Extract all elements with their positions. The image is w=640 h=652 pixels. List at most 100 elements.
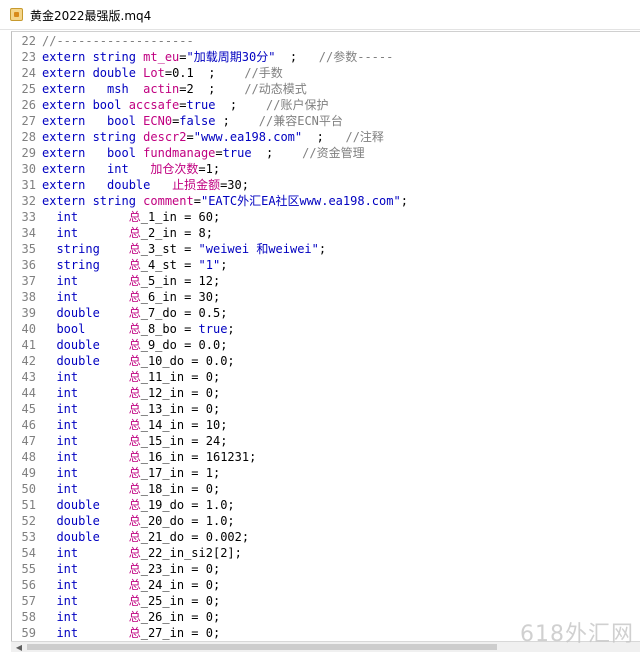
code-token: double [42,354,129,368]
code-line[interactable]: 25 extern msh actin=2 ; //动态模式 [12,81,640,97]
code-token: "EATC外汇EA社区www.ea198.com" [200,194,401,208]
code-line[interactable]: 26 extern bool accsafe=true ; //账户保护 [12,97,640,113]
code-token: int [42,210,129,224]
scroll-left-arrow-icon[interactable]: ◀ [13,643,25,652]
code-token: 总 [128,274,141,288]
code-token: ; [400,194,408,208]
code-line[interactable]: 37 int 总_5_in = 12; [12,273,640,289]
code-line[interactable]: 44 int 总_12_in = 0; [12,385,640,401]
line-number: 39 [21,306,36,320]
code-line[interactable]: 28 extern string descr2="www.ea198.com" ;… [12,129,640,145]
code-token: _24_in = 0; [140,578,221,592]
code-line[interactable]: 31 extern double 止损金额=30; [12,177,640,193]
code-token: extern [42,98,93,112]
line-number: 37 [21,274,36,288]
code-token: //------------------- [42,34,194,48]
code-line[interactable]: 32 extern string comment="EATC外汇EA社区www.e… [12,193,640,209]
code-editor[interactable]: 22 //------------------- 23 extern string m… [11,31,640,641]
code-line[interactable]: 46 int 总_14_in = 10; [12,417,640,433]
code-line[interactable]: 35 string 总_3_st = "weiwei 和weiwei"; [12,241,640,257]
code-token: 总 [128,258,141,272]
code-line[interactable]: 50 int 总_18_in = 0; [12,481,640,497]
code-token: 总 [128,498,141,512]
code-line[interactable]: 22 //------------------- [12,33,640,49]
code-line[interactable]: 40 bool 总_8_bo = true; [12,321,640,337]
code-line[interactable]: 45 int 总_13_in = 0; [12,401,640,417]
code-token: 总 [128,306,141,320]
code-line[interactable]: 48 int 总_16_in = 161231; [12,449,640,465]
code-token: ; [215,98,266,112]
line-number: 42 [21,354,36,368]
code-token: 总 [128,338,141,352]
line-number: 47 [21,434,36,448]
code-token: 总 [128,530,141,544]
code-token: 总 [128,354,141,368]
code-line[interactable]: 27 extern bool ECN0=false ; //兼容ECN平台 [12,113,640,129]
code-token: 总 [128,546,141,560]
scrollbar-thumb[interactable] [27,644,497,650]
code-token: 总 [128,290,141,304]
code-token: mt_eu [143,50,180,64]
code-line[interactable]: 51 double 总_19_do = 1.0; [12,497,640,513]
line-number: 48 [21,450,36,464]
code-line[interactable]: 54 int 总_22_in_si2[2]; [12,545,640,561]
line-number: 45 [21,402,36,416]
code-token: extern [42,162,108,176]
line-number: 38 [21,290,36,304]
code-line[interactable]: 36 string 总_4_st = "1"; [12,257,640,273]
code-token: int [42,434,129,448]
code-line[interactable]: 41 double 总_9_do = 0.0; [12,337,640,353]
code-token: 总 [128,562,141,576]
code-token: _9_do = 0.0; [140,338,228,352]
code-token: =30; [220,178,249,192]
code-token: extern [42,130,93,144]
code-token: true [186,98,216,112]
code-token: _11_in = 0; [140,370,221,384]
code-token: bool [107,146,144,160]
code-token: = [215,146,223,160]
line-number: 55 [21,562,36,576]
code-line[interactable]: 53 double 总_21_do = 0.002; [12,529,640,545]
code-line[interactable]: 47 int 总_15_in = 24; [12,433,640,449]
code-token: 总 [128,626,141,640]
code-token: bool [107,114,144,128]
line-number: 25 [21,82,36,96]
code-token: bool [92,98,129,112]
code-line[interactable]: 43 int 总_11_in = 0; [12,369,640,385]
code-line[interactable]: 23 extern string mt_eu="加载周期30分" ; //参数--… [12,49,640,65]
code-line[interactable]: 33 int 总_1_in = 60; [12,209,640,225]
code-line[interactable]: 52 double 总_20_do = 1.0; [12,513,640,529]
code-token: ECN0 [143,114,173,128]
code-line[interactable]: 30 extern int 加仓次数=1; [12,161,640,177]
code-line[interactable]: 42 double 总_10_do = 0.0; [12,353,640,369]
code-line[interactable]: 34 int 总_2_in = 8; [12,225,640,241]
code-line[interactable]: 38 int 总_6_in = 30; [12,289,640,305]
code-token: ; [215,114,259,128]
code-line[interactable]: 55 int 总_23_in = 0; [12,561,640,577]
line-number: 41 [21,338,36,352]
code-line[interactable]: 24 extern double Lot=0.1 ; //手数 [12,65,640,81]
code-token: 总 [128,450,141,464]
code-line[interactable]: 57 int 总_25_in = 0; [12,593,640,609]
code-token: true [222,146,252,160]
line-number: 46 [21,418,36,432]
window-title: 黄金2022最强版.mq4 [30,9,152,23]
code-token: int [42,546,129,560]
code-line[interactable]: 56 int 总_24_in = 0; [12,577,640,593]
code-token: 总 [128,386,141,400]
code-token: comment [143,194,194,208]
code-token: //手数 [244,66,283,80]
code-token: 总 [128,418,141,432]
code-token: Lot [143,66,165,80]
code-token: double [107,178,173,192]
code-line[interactable]: 29 extern bool fundmanage=true ; //资金管理 [12,145,640,161]
code-token: 总 [128,578,141,592]
code-token: int [42,226,129,240]
code-token: int [42,402,129,416]
code-line[interactable]: 49 int 总_17_in = 1; [12,465,640,481]
code-token: 止损金额 [172,178,221,192]
code-line[interactable]: 39 double 总_7_do = 0.5; [12,305,640,321]
code-token: 总 [128,242,141,256]
code-token: _18_in = 0; [140,482,221,496]
code-token: 总 [128,466,141,480]
